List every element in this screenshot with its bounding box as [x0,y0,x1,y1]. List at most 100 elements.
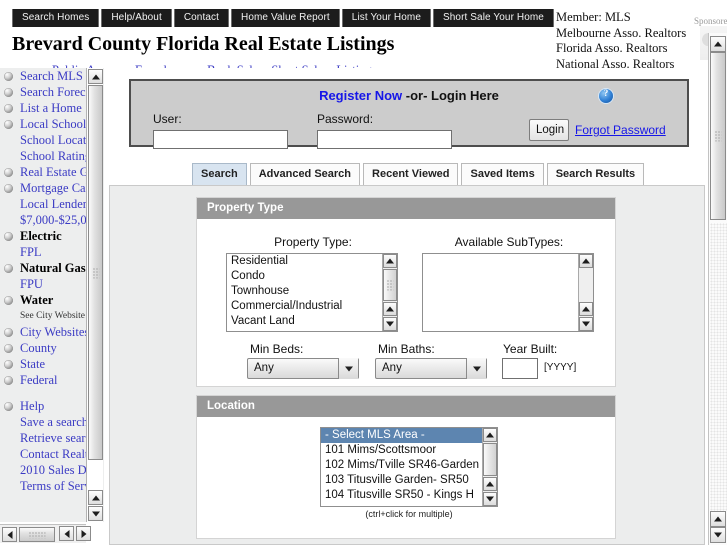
property-type-panel: Property Type Property Type: Available S… [196,197,616,387]
pt-scroll-up-button-2[interactable] [383,302,397,316]
min-beds-select[interactable]: Any [247,358,359,379]
nav-item-search-homes[interactable]: Search Homes [12,9,100,27]
st-scroll-up-button[interactable] [579,254,593,268]
sidebar-vertical-scrollbar[interactable] [86,68,103,522]
sidebar-item-label: Retrieve searc [20,431,92,445]
mls-area-option[interactable]: 102 Mims/Tville SR46-Garden [321,458,482,473]
sidebar-hscroll-left-button[interactable] [2,527,17,542]
subtypes-scrollbar[interactable] [578,254,593,331]
mls-area-option[interactable]: 104 Titusville SR50 - Kings H [321,488,482,503]
sidebar-item-label: FPL [20,245,42,259]
st-scroll-up-button-2[interactable] [579,302,593,316]
available-subtypes-listbox[interactable] [422,253,594,332]
nav-item-help-about[interactable]: Help/About [101,9,172,27]
chevron-up-icon [91,74,100,79]
mls-scroll-up-button-2[interactable] [483,477,497,491]
page-horizontal-scrollbar[interactable] [57,524,103,543]
tab-saved-items[interactable]: Saved Items [461,163,544,185]
chevron-up-icon [714,516,722,522]
bullet-icon [4,344,13,353]
pt-scroll-down-button[interactable] [383,317,397,331]
membership-line-melbourne: Melbourne Asso. Realtors [556,25,687,40]
min-baths-select[interactable]: Any [375,358,487,379]
grip-icon [28,531,46,538]
help-circle-icon[interactable] [599,88,613,103]
chevron-up-icon [714,41,722,47]
bullet-icon [4,168,13,177]
login-here-text: -or- Login Here [402,88,499,103]
year-built-label: Year Built: [503,342,558,356]
nav-item-contact[interactable]: Contact [173,9,229,27]
sidebar-item-label: List a Home [20,101,82,115]
sidebar-item-label: School Rating [20,149,92,163]
bullet-icon [4,232,13,241]
login-button[interactable]: Login [529,119,569,141]
sidebar-item-label: Search MLS [20,69,83,83]
mls-scroll-down-button[interactable] [483,492,497,506]
property-type-option[interactable]: Townhouse [227,284,388,299]
user-input[interactable] [153,130,288,149]
mls-area-scrollbar[interactable] [482,428,497,506]
password-input[interactable] [317,130,452,149]
location-header: Location [197,396,615,417]
sidebar-item-label: FPU [20,277,43,291]
bullet-icon [4,104,13,113]
page-scroll-up-button[interactable] [710,36,726,52]
property-type-option[interactable]: Condo [227,269,388,284]
chevron-up-icon [486,481,494,487]
nav-item-home-value-report[interactable]: Home Value Report [231,9,340,27]
sidebar-item-label: State [20,357,45,371]
tab-search[interactable]: Search [192,163,247,185]
register-now-link[interactable]: Register Now [319,88,402,103]
bullet-icon [4,88,13,97]
sidebar-item-label: Help [20,399,45,413]
property-type-option[interactable]: Commercial/Industrial [227,299,388,314]
mls-scroll-thumb[interactable] [483,443,497,476]
tab-recent-viewed[interactable]: Recent Viewed [363,163,459,185]
sidebar-scroll-up-button[interactable] [88,69,103,84]
property-type-header: Property Type [197,198,615,219]
chevron-down-icon [91,511,100,516]
mls-area-listbox[interactable]: - Select MLS Area -101 Mims/Scottsmoor 10… [320,427,498,507]
nav-item-short-sale-your-home[interactable]: Short Sale Your Home [433,9,554,27]
sidebar-item-label: Terms of Serv [20,479,91,493]
sidebar-hscroll-thumb[interactable] [19,527,55,542]
mls-area-option[interactable]: 103 Titusville Garden- SR50 [321,473,482,488]
sidebar-scroll-thumb[interactable] [88,85,103,460]
sidebar-scroll-up-button-2[interactable] [88,490,103,505]
page-hscroll-right-button[interactable] [76,526,91,541]
available-subtypes-label: Available SubTypes: [454,235,564,249]
page-scroll-thumb[interactable] [710,52,726,220]
pt-scroll-thumb[interactable] [383,269,397,301]
mls-area-option[interactable]: - Select MLS Area - [321,428,482,443]
year-built-input[interactable] [502,358,538,379]
min-beds-label: Min Beds: [250,342,304,356]
mls-scroll-up-button[interactable] [483,428,497,442]
multi-select-hint: (ctrl+click for multiple) [365,509,453,519]
forgot-password-link[interactable]: Forgot Password [575,123,666,137]
nav-item-list-your-home[interactable]: List Your Home [341,9,431,27]
scroll-track[interactable] [710,223,727,511]
page-scroll-up-button-2[interactable] [710,511,726,527]
property-type-listbox[interactable]: Residential Condo Townhouse Commercial/Indu… [226,253,398,332]
pt-scroll-up-button[interactable] [383,254,397,268]
bullet-icon [4,72,13,81]
tab-search-results[interactable]: Search Results [546,163,645,185]
page-vertical-scrollbar[interactable] [708,33,727,545]
property-type-option[interactable]: Vacant Land [227,314,388,329]
property-type-option[interactable]: Residential [227,254,388,269]
property-type-scrollbar[interactable] [382,254,397,331]
sidebar-item-label: Federal [20,373,58,387]
page-scroll-down-button[interactable] [710,527,726,543]
sidebar-item-label: City Websites [20,325,90,339]
tab-advanced-search[interactable]: Advanced Search [249,163,361,185]
chevron-up-icon [386,306,394,312]
sidebar-scroll-down-button[interactable] [88,506,103,521]
mls-area-option[interactable]: 101 Mims/Scottsmoor [321,443,482,458]
min-baths-label: Min Baths: [378,342,435,356]
st-scroll-down-button[interactable] [579,317,593,331]
chevron-down-icon [386,321,394,327]
page-hscroll-left-button[interactable] [59,526,74,541]
sidebar-item-label: See City Website [20,311,86,321]
main-content: Register Now -or- Login Here User: Passw… [104,68,708,545]
